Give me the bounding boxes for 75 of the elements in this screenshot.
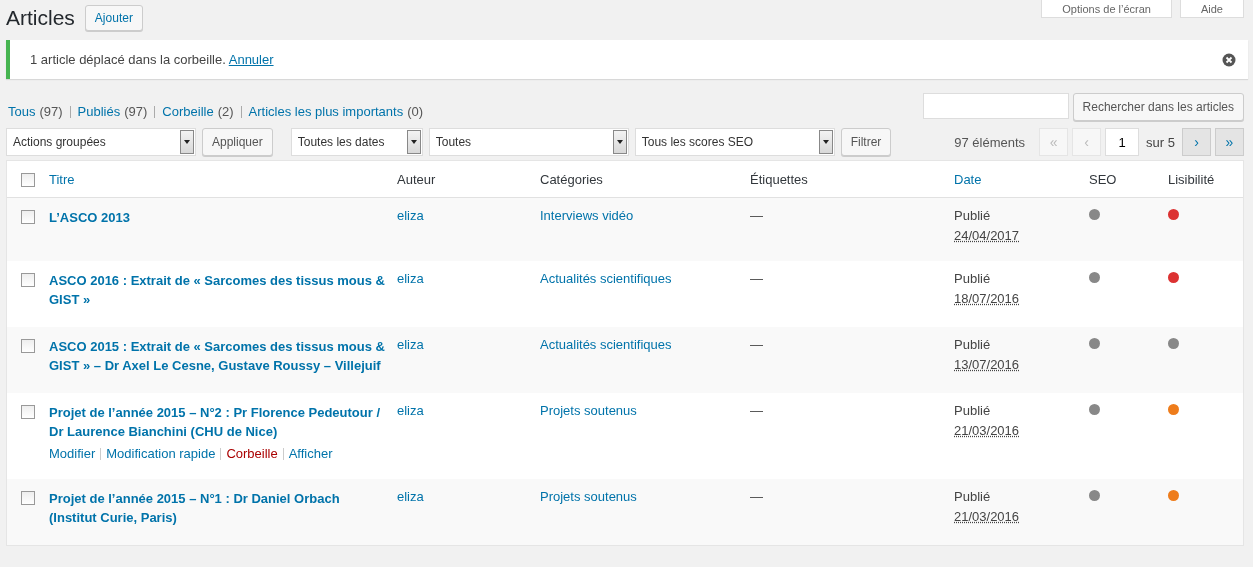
post-status: Publié [954, 489, 992, 504]
view-filter-link[interactable]: Publiés [77, 104, 121, 119]
column-header-link[interactable]: Date [954, 171, 982, 187]
post-status: Publié [954, 208, 992, 223]
post-date: 18/07/2016 [954, 291, 1020, 306]
author-link[interactable]: eliza [397, 337, 424, 352]
author-link[interactable]: eliza [397, 489, 424, 504]
tags-cell: — [750, 337, 763, 352]
undo-link[interactable]: Annuler [228, 52, 274, 67]
post-title-link[interactable]: L’ASCO 2013 [49, 208, 385, 227]
post-date: 21/03/2016 [954, 509, 1020, 524]
row-checkbox[interactable] [21, 339, 35, 353]
post-status: Publié [954, 403, 992, 418]
category-filter-select[interactable]: Toutes [428, 128, 629, 156]
next-page-button[interactable]: › [1182, 128, 1211, 156]
seo-score-select[interactable]: Tous les scores SEO [634, 128, 835, 156]
category-link[interactable]: Actualités scientifiques [540, 271, 672, 286]
row-action-link[interactable]: Afficher [288, 446, 333, 461]
view-filter-link[interactable]: Articles les plus importants [248, 104, 404, 119]
dismiss-icon[interactable] [1222, 52, 1236, 67]
author-link[interactable]: eliza [397, 208, 424, 223]
tags-cell: — [750, 208, 763, 223]
trash-link[interactable]: Corbeille [226, 446, 278, 461]
page-title: Articles [6, 6, 75, 30]
view-count: (0) [407, 104, 424, 119]
page-total: sur 5 [1146, 134, 1175, 150]
post-status: Publié [954, 271, 992, 286]
category-link[interactable]: Interviews vidéo [540, 208, 634, 223]
column-header: Catégories [540, 171, 603, 187]
filter-button[interactable]: Filtrer [840, 128, 892, 156]
add-button[interactable]: Ajouter [84, 5, 143, 31]
bulk-actions-select[interactable]: Actions groupées [6, 128, 196, 156]
column-header: Auteur [397, 171, 436, 187]
post-title-link[interactable]: Projet de l’année 2015 – N°2 : Pr Florence Pedeutour / Dr Laurence Bianchini (CHU de Nice) [49, 403, 385, 441]
author-link[interactable]: eliza [397, 403, 424, 418]
last-page-button[interactable]: » [1215, 128, 1244, 156]
column-header-link[interactable]: Titre [49, 171, 75, 187]
row-action-link[interactable]: Modifier [49, 446, 96, 461]
screen-meta-tab[interactable]: Options de l’écran [1041, 0, 1172, 18]
row-checkbox[interactable] [21, 273, 35, 287]
apply-button[interactable]: Appliquer [202, 128, 273, 156]
tags-cell: — [750, 271, 763, 286]
tags-cell: — [750, 489, 763, 504]
view-count: (97) [39, 104, 63, 119]
page-number-field[interactable]: 1 [1105, 128, 1140, 156]
category-link[interactable]: Actualités scientifiques [540, 337, 672, 352]
search-field[interactable] [922, 93, 1069, 119]
search-button[interactable]: Rechercher dans les articles [1072, 93, 1244, 121]
row-checkbox[interactable] [21, 210, 35, 224]
column-header: Étiquettes [750, 171, 808, 187]
date-filter-select[interactable]: Toutes les dates [290, 128, 423, 156]
view-filter-link[interactable]: Corbeille [162, 104, 214, 119]
view-filter-link[interactable]: Tous [8, 104, 36, 119]
select-all-checkbox[interactable] [21, 173, 35, 187]
column-header: SEO [1089, 171, 1117, 187]
post-status: Publié [954, 337, 992, 352]
post-title-link[interactable]: ASCO 2015 : Extrait de « Sarcomes des tissus mous & GIST » – Dr Axel Le Cesne, Gustave Roussy – Villejuif [49, 337, 385, 375]
post-date: 13/07/2016 [954, 357, 1020, 372]
tags-cell: — [750, 403, 763, 418]
view-count: (2) [217, 104, 234, 119]
view-count: (97) [124, 104, 148, 119]
author-link[interactable]: eliza [397, 271, 424, 286]
row-checkbox[interactable] [21, 405, 35, 419]
post-title-link[interactable]: ASCO 2016 : Extrait de « Sarcomes des tissus mous & GIST » [49, 271, 385, 309]
category-link[interactable]: Projets soutenus [540, 403, 637, 418]
column-header: Lisibilité [1168, 171, 1215, 187]
row-action-link[interactable]: Modification rapide [106, 446, 216, 461]
post-title-link[interactable]: Projet de l’année 2015 – N°1 : Dr Daniel Orbach (Institut Curie, Paris) [49, 489, 385, 527]
screen-meta-tab[interactable]: Aide [1179, 0, 1244, 18]
post-date: 21/03/2016 [954, 423, 1020, 438]
row-checkbox[interactable] [21, 491, 35, 505]
category-link[interactable]: Projets soutenus [540, 489, 637, 504]
item-count: 97 éléments [954, 134, 1026, 150]
post-date: 24/04/2017 [954, 228, 1020, 243]
notice-message: 1 article déplacé dans la corbeille. Annuler [30, 52, 274, 67]
